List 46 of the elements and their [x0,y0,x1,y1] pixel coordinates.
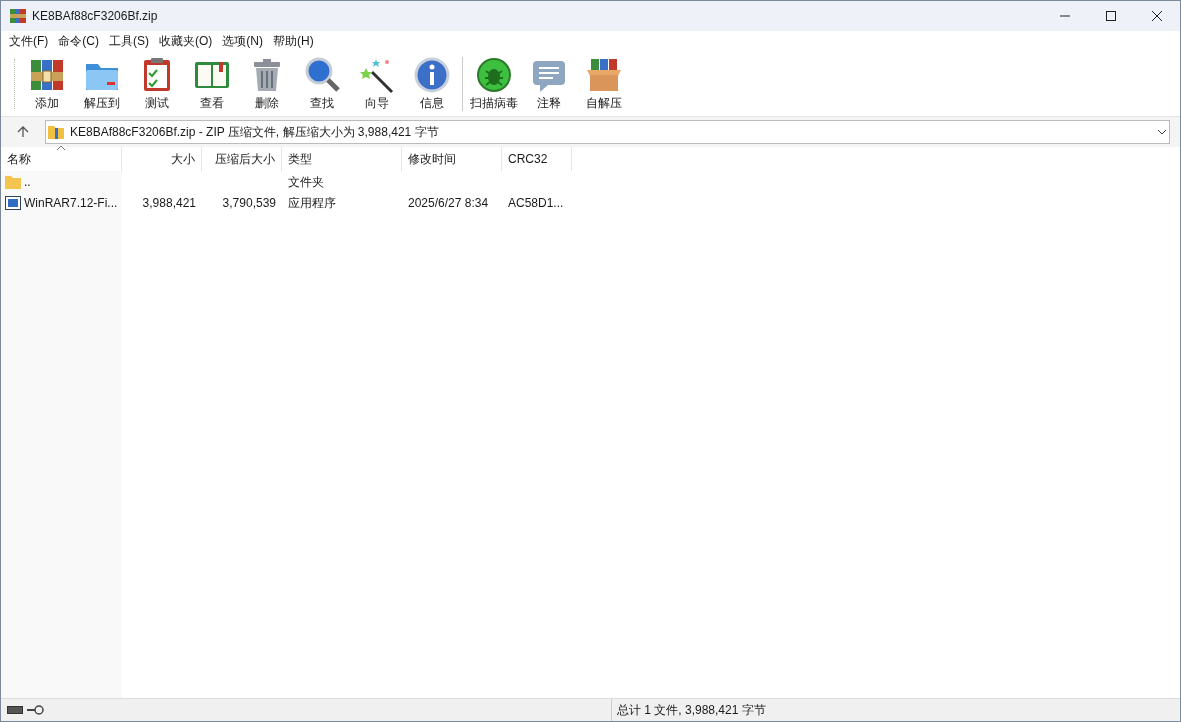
toolbar-button[interactable]: 查看 [184,52,239,115]
toolbar-button[interactable]: 查找 [294,52,349,115]
maximize-icon [1106,11,1116,21]
toolbar-button[interactable]: 注释 [521,52,576,115]
toolbar-button[interactable]: 删除 [239,52,294,115]
table-cell-text: 应用程序 [288,194,336,212]
chevron-down-icon [1157,127,1167,137]
path-field[interactable]: KE8BAf88cF3206Bf.zip - ZIP 压缩文件, 解压缩大小为 3,988,421 字节 [45,120,1170,144]
window-title: KE8BAf88cF3206Bf.zip [32,8,158,25]
table-cell-text: 3,988,421 [142,194,196,212]
key-icon [26,705,44,715]
file-name[interactable]: .. [24,172,31,191]
toolbar-button[interactable]: 扫描病毒 [466,52,521,115]
column-header[interactable]: CRC32 [502,147,572,171]
toolbar-button[interactable]: 信息 [404,52,459,115]
application-icon [5,195,21,210]
info-icon [412,55,451,94]
file-name[interactable]: WinRAR7.12-Fi... [24,193,118,212]
menu-item[interactable]: 收藏夹(O) [154,31,218,51]
status-text: 总计 1 文件, 3,988,421 字节 [617,702,766,719]
menu-item[interactable]: 选项(N) [217,31,268,51]
table-cell-text: 文件夹 [288,173,324,191]
column-header[interactable]: 压缩后大小 [202,147,282,171]
toolbar-button[interactable]: 向导 [349,52,404,115]
archive-icon [48,124,64,140]
toolbar-button[interactable]: 自解压 [576,52,631,115]
path-text: KE8BAf88cF3206Bf.zip - ZIP 压缩文件, 解压缩大小为 3,988,421 字节 [70,124,439,141]
table-cell-text: 2025/6/27 8:34 [408,194,489,212]
app-icon [10,8,26,24]
menu-item[interactable]: 文件(F) [4,31,54,51]
toolbar-button[interactable]: 解压到 [74,52,129,115]
close-icon [1152,11,1162,21]
up-arrow-icon [17,126,29,138]
table-cell-text: 3,790,539 [222,194,276,212]
table-cell-text: AC58D1... [508,194,564,212]
sort-caret-icon [56,145,66,151]
column-header[interactable]: 类型 [282,147,402,171]
drive-icon [7,705,23,715]
toolbar-button[interactable]: 添加 [19,52,74,115]
menu-item[interactable]: 帮助(H) [268,31,319,51]
column-header[interactable]: 修改时间 [402,147,502,171]
bug-icon [474,55,513,94]
column-header[interactable]: 大小 [122,147,202,171]
menu-item[interactable]: 工具(S) [104,31,154,51]
menu-item[interactable]: 命令(C) [53,31,104,51]
toolbar-button[interactable]: 测试 [129,52,184,115]
